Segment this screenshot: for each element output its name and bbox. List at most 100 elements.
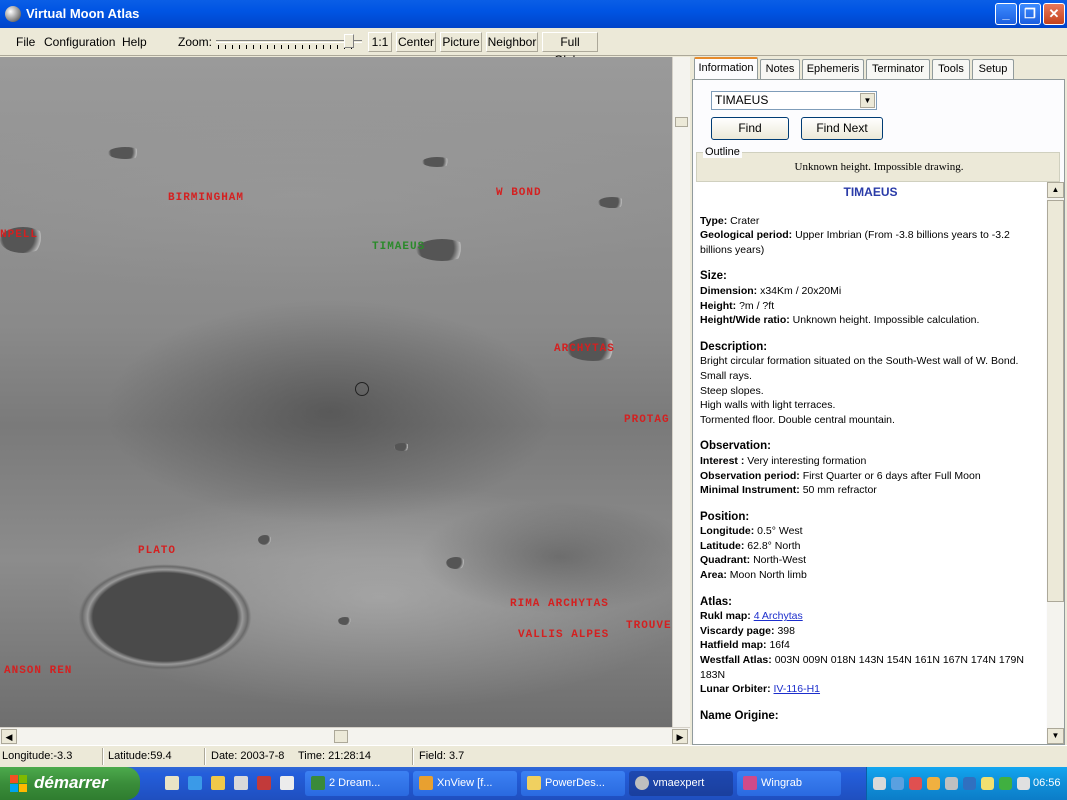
description-line: Tormented floor. Double central mountain… bbox=[700, 413, 895, 426]
latitude-label: Latitude: bbox=[700, 539, 745, 552]
instrument-label: Minimal Instrument: bbox=[700, 484, 800, 497]
map-label-protag[interactable]: PROTAG bbox=[624, 414, 670, 426]
crater bbox=[258, 535, 272, 545]
description-line: High walls with light terraces. bbox=[700, 399, 836, 412]
viscardy-value: 398 bbox=[777, 624, 795, 637]
area-value: Moon North limb bbox=[729, 569, 807, 582]
map-label-trouve[interactable]: TROUVE bbox=[626, 620, 672, 632]
media-quicklaunch-icon[interactable] bbox=[257, 776, 271, 790]
zoom-label: Zoom: bbox=[178, 35, 213, 49]
tray-icon[interactable] bbox=[981, 777, 994, 790]
tray-icon[interactable] bbox=[963, 777, 976, 790]
tray-icon[interactable] bbox=[873, 777, 886, 790]
ratio-value: Unknown height. Impossible calculation. bbox=[792, 314, 980, 327]
height-label: Height: bbox=[700, 299, 737, 312]
task-label: Wingrab bbox=[761, 777, 802, 789]
scroll-down-arrow-icon[interactable]: ▼ bbox=[1047, 728, 1064, 744]
windows-logo-icon bbox=[10, 775, 27, 792]
map-label-w-bond[interactable]: W BOND bbox=[496, 187, 542, 199]
orbiter-link[interactable]: IV-116-H1 bbox=[774, 683, 821, 695]
task-powerdesk[interactable]: PowerDes... bbox=[521, 771, 625, 796]
task-vmaexpert[interactable]: vmaexpert bbox=[629, 771, 733, 796]
info-scroll-thumb[interactable] bbox=[1047, 200, 1064, 602]
moon-map[interactable]: BIRMINGHAM W BOND NPELL TIMAEUS ARCHYTAS… bbox=[0, 57, 672, 727]
map-label-timaeus[interactable]: TIMAEUS bbox=[372, 241, 425, 253]
taskbar-clock: 06:56 bbox=[1033, 777, 1061, 789]
tray-icon[interactable] bbox=[945, 777, 958, 790]
outline-group: Outline Unknown height. Impossible drawi… bbox=[696, 146, 1060, 182]
find-next-button[interactable]: Find Next bbox=[801, 117, 883, 140]
hatfield-value: 16f4 bbox=[769, 639, 790, 652]
browser-quicklaunch-icon[interactable] bbox=[188, 776, 202, 790]
zoom-slider-thumb[interactable] bbox=[344, 34, 354, 48]
zoom-slider[interactable] bbox=[216, 33, 362, 51]
task-label: PowerDes... bbox=[545, 777, 605, 789]
map-horizontal-scroll-thumb[interactable] bbox=[334, 730, 348, 743]
tab-notes[interactable]: Notes bbox=[760, 59, 800, 79]
task-label: XnView [f... bbox=[437, 777, 493, 789]
powerdesk-icon bbox=[527, 776, 541, 790]
status-bar: Longitude:-3.3 Latitude:59.4 Date: 2003-… bbox=[0, 745, 1067, 767]
tray-icon[interactable] bbox=[1017, 777, 1030, 790]
crater bbox=[598, 197, 626, 208]
map-vertical-scroll-thumb[interactable] bbox=[675, 117, 688, 127]
scroll-right-arrow-icon[interactable]: ▶ bbox=[672, 729, 688, 744]
app-quicklaunch-icon[interactable] bbox=[234, 776, 248, 790]
tab-information[interactable]: Information bbox=[694, 57, 758, 80]
tray-icon[interactable] bbox=[909, 777, 922, 790]
map-label-plato[interactable]: PLATO bbox=[138, 545, 176, 557]
menu-file[interactable]: File bbox=[16, 35, 35, 49]
tab-tools[interactable]: Tools bbox=[932, 59, 970, 79]
map-label-vallis-alpes[interactable]: VALLIS ALPES bbox=[518, 629, 609, 641]
zoom-1-1-button[interactable]: 1:1 bbox=[368, 32, 392, 52]
map-label-anson-ren[interactable]: ANSON REN bbox=[4, 665, 72, 677]
close-button[interactable]: ✕ bbox=[1043, 3, 1065, 25]
folder-quicklaunch-icon[interactable] bbox=[211, 776, 225, 790]
tray-icon[interactable] bbox=[999, 777, 1012, 790]
status-divider bbox=[204, 748, 206, 765]
full-globe-button[interactable]: Full Globe bbox=[542, 32, 598, 67]
task-wingrab[interactable]: Wingrab bbox=[737, 771, 841, 796]
map-horizontal-scrollbar[interactable]: ◀ ▶ bbox=[0, 727, 690, 745]
scroll-up-arrow-icon[interactable]: ▲ bbox=[1047, 182, 1064, 198]
type-label: Type: bbox=[700, 214, 728, 227]
picture-button[interactable]: Picture bbox=[440, 32, 482, 52]
tab-ephemeris[interactable]: Ephemeris bbox=[802, 59, 864, 79]
menu-configuration[interactable]: Configuration bbox=[44, 35, 115, 49]
atlas-heading: Atlas: bbox=[700, 595, 732, 608]
rukl-label: Rukl map: bbox=[700, 610, 751, 623]
orbiter-label: Lunar Orbiter: bbox=[700, 683, 771, 696]
find-button[interactable]: Find bbox=[711, 117, 789, 140]
tray-icon[interactable] bbox=[891, 777, 904, 790]
chevron-down-icon[interactable]: ▼ bbox=[860, 93, 875, 108]
tab-setup[interactable]: Setup bbox=[972, 59, 1014, 79]
info-panel: Information Notes Ephemeris Terminator T… bbox=[690, 57, 1067, 745]
map-label-archytas[interactable]: ARCHYTAS bbox=[554, 343, 615, 355]
task-dreamweaver[interactable]: 2 Dream... bbox=[305, 771, 409, 796]
info-scrollbar[interactable]: ▲ ▼ bbox=[1047, 182, 1064, 744]
map-vertical-scrollbar[interactable] bbox=[672, 57, 690, 727]
maximize-button[interactable]: ❐ bbox=[1019, 3, 1041, 25]
dimension-label: Dimension: bbox=[700, 284, 758, 297]
tray-icon[interactable] bbox=[927, 777, 940, 790]
neighbor-button[interactable]: Neighbor bbox=[486, 32, 538, 52]
longitude-label: Longitude: bbox=[700, 525, 755, 538]
desktop-quicklaunch-icon[interactable] bbox=[165, 776, 179, 790]
observation-heading: Observation: bbox=[700, 440, 771, 453]
minimize-button[interactable]: _ bbox=[995, 3, 1017, 25]
rukl-link[interactable]: 4 Archytas bbox=[754, 610, 803, 622]
menu-help[interactable]: Help bbox=[122, 35, 147, 49]
start-button[interactable]: démarrer bbox=[0, 767, 140, 800]
map-label-npell[interactable]: NPELL bbox=[0, 229, 38, 241]
map-label-birmingham[interactable]: BIRMINGHAM bbox=[168, 192, 244, 204]
status-latitude: Latitude:59.4 bbox=[108, 750, 172, 762]
formation-combo[interactable]: TIMAEUS ▼ bbox=[711, 91, 877, 110]
center-button[interactable]: Center bbox=[396, 32, 436, 52]
scroll-left-arrow-icon[interactable]: ◀ bbox=[1, 729, 17, 744]
position-heading: Position: bbox=[700, 510, 750, 523]
task-xnview[interactable]: XnView [f... bbox=[413, 771, 517, 796]
explorer-quicklaunch-icon[interactable] bbox=[280, 776, 294, 790]
map-label-rima-archytas[interactable]: RIMA ARCHYTAS bbox=[510, 598, 609, 610]
crater bbox=[446, 557, 466, 569]
tab-terminator[interactable]: Terminator bbox=[866, 59, 930, 79]
